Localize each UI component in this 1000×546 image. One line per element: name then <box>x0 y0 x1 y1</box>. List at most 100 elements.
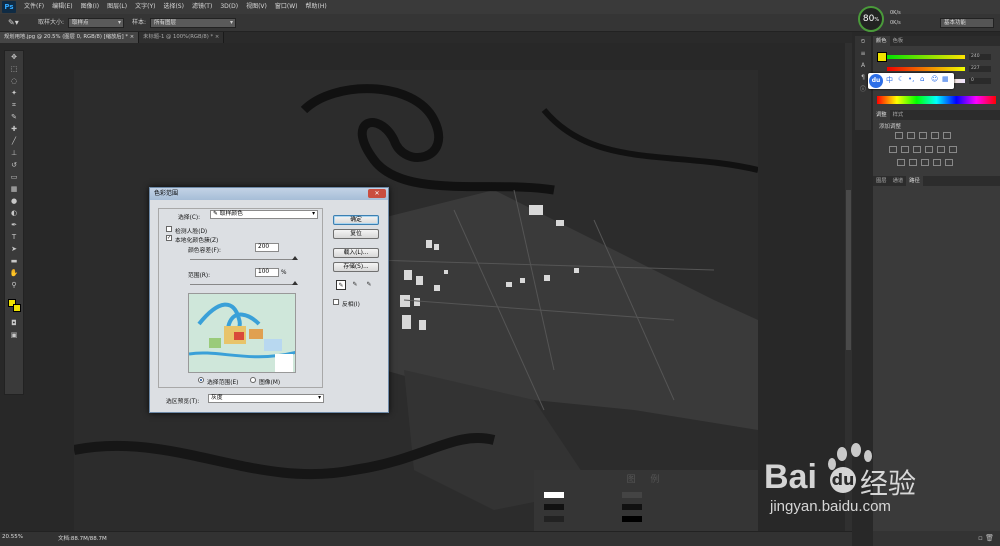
zoom-tool-icon[interactable]: ⚲ <box>5 279 23 291</box>
close-icon[interactable]: × <box>130 34 134 40</box>
background-color-swatch[interactable] <box>13 304 21 312</box>
dialog-title[interactable]: 色彩范围 <box>150 188 388 200</box>
threshold-icon[interactable] <box>921 159 929 166</box>
color-swatches[interactable] <box>5 297 23 317</box>
green-value[interactable]: 227 <box>969 66 991 72</box>
zoom-level[interactable]: 20.55% <box>2 534 23 540</box>
eyedropper-minus-icon[interactable]: ✎ <box>364 280 374 290</box>
fuzziness-input[interactable]: 200 <box>255 243 279 252</box>
sample-select[interactable]: 所有图层 <box>150 18 236 28</box>
properties-icon[interactable]: ≡ <box>855 48 871 60</box>
red-slider[interactable]: 240 <box>877 54 997 60</box>
punctuation-icon[interactable]: •, <box>908 75 914 83</box>
brightness-icon[interactable] <box>895 132 903 139</box>
levels-icon[interactable] <box>907 132 915 139</box>
red-value[interactable]: 240 <box>969 54 991 60</box>
tab-swatches[interactable]: 色板 <box>890 36 907 46</box>
select-dropdown[interactable]: ✎ 取样颜色 ▾ <box>210 210 318 219</box>
tab-layers[interactable]: 图层 <box>873 176 890 186</box>
path-select-icon[interactable]: ➤ <box>5 243 23 255</box>
history-icon[interactable]: ⏲ <box>855 36 871 48</box>
type-tool-icon[interactable]: T <box>5 231 23 243</box>
load-button[interactable]: 载入(L)... <box>333 248 379 258</box>
localized-checkbox[interactable]: ✓ <box>166 235 172 241</box>
tab-paths[interactable]: 路径 <box>906 176 923 186</box>
tab-adjustments[interactable]: 调整 <box>873 110 890 120</box>
menu-edit[interactable]: 编辑(E) <box>48 0 76 14</box>
marquee-tool-icon[interactable]: ⬚ <box>5 63 23 75</box>
save-button[interactable]: 存储(S)... <box>333 262 379 272</box>
clone-stamp-icon[interactable]: ⊥ <box>5 147 23 159</box>
blur-tool-icon[interactable]: ● <box>5 195 23 207</box>
quick-select-tool-icon[interactable]: ✦ <box>5 87 23 99</box>
baidu-du-logo[interactable]: du <box>869 74 883 88</box>
selective-color-icon[interactable] <box>945 159 953 166</box>
eyedropper-tool-icon[interactable]: ✎ <box>5 111 23 123</box>
brush-tool-icon[interactable]: ╱ <box>5 135 23 147</box>
menu-type[interactable]: 文字(Y) <box>131 0 159 14</box>
curves-icon[interactable] <box>919 132 927 139</box>
fuzziness-slider[interactable] <box>190 259 295 260</box>
move-tool-icon[interactable]: ✥ <box>5 51 23 63</box>
close-icon[interactable]: × <box>215 34 219 40</box>
lookup-icon[interactable] <box>949 146 957 153</box>
exposure-icon[interactable] <box>931 132 939 139</box>
doc-tab-active[interactable]: 规划用地.jpg @ 20.5% (图层 0, RGB/8) [缩放后] * × <box>0 32 140 43</box>
crop-tool-icon[interactable]: ⌗ <box>5 99 23 111</box>
tab-channels[interactable]: 通道 <box>890 176 907 186</box>
healing-brush-icon[interactable]: ✚ <box>5 123 23 135</box>
baidu-input-toolbar[interactable]: du 中 ☾ •, ⌂ ☺ ▦ <box>868 73 954 89</box>
gradient-tool-icon[interactable]: ▦ <box>5 183 23 195</box>
skin-icon[interactable]: ⌂ <box>920 75 924 83</box>
ok-button[interactable]: 确定 <box>333 215 379 225</box>
hue-sat-icon[interactable] <box>889 146 897 153</box>
eyedropper-plus-icon[interactable]: ✎ <box>350 280 360 290</box>
menu-select[interactable]: 选择(S) <box>159 0 188 14</box>
close-icon[interactable]: ✕ <box>368 189 386 198</box>
shape-tool-icon[interactable]: ▬ <box>5 255 23 267</box>
quick-mask-icon[interactable]: ◘ <box>5 317 23 329</box>
invert-checkbox[interactable] <box>333 299 339 305</box>
baidu-lang-toggle[interactable]: 中 <box>886 75 893 85</box>
tab-color[interactable]: 颜色 <box>873 36 890 46</box>
channel-mixer-icon[interactable] <box>937 146 945 153</box>
invert-icon[interactable] <box>897 159 905 166</box>
scrollbar-thumb[interactable] <box>846 190 851 350</box>
range-slider[interactable] <box>190 284 295 285</box>
detect-faces-checkbox[interactable] <box>166 226 172 232</box>
preview-mode-select[interactable]: 灰度 ▾ <box>208 394 324 403</box>
gradient-map-icon[interactable] <box>933 159 941 166</box>
menu-view[interactable]: 视图(V) <box>242 0 271 14</box>
image-radio[interactable] <box>250 377 256 383</box>
user-icon[interactable]: ☺ <box>931 75 938 83</box>
dodge-tool-icon[interactable]: ◐ <box>5 207 23 219</box>
range-slider-knob[interactable] <box>292 281 298 285</box>
reset-button[interactable]: 复位 <box>333 229 379 239</box>
lasso-tool-icon[interactable]: ◌ <box>5 75 23 87</box>
vibrance-icon[interactable] <box>943 132 951 139</box>
eyedropper-icon[interactable]: ✎ <box>336 280 346 290</box>
menu-image[interactable]: 图像(I) <box>77 0 103 14</box>
moon-icon[interactable]: ☾ <box>898 75 904 83</box>
sample-size-select[interactable]: 取样点 <box>68 18 124 28</box>
fuzziness-slider-knob[interactable] <box>292 256 298 260</box>
menu-file[interactable]: 文件(F) <box>20 0 48 14</box>
eraser-tool-icon[interactable]: ▭ <box>5 171 23 183</box>
photo-filter-icon[interactable] <box>925 146 933 153</box>
menu-window[interactable]: 窗口(W) <box>271 0 302 14</box>
posterize-icon[interactable] <box>909 159 917 166</box>
workspace-select[interactable]: 基本功能 <box>940 18 994 28</box>
pen-tool-icon[interactable]: ✒ <box>5 219 23 231</box>
grid-menu-icon[interactable]: ▦ <box>942 75 949 83</box>
color-spectrum[interactable] <box>877 96 996 104</box>
bw-icon[interactable] <box>913 146 921 153</box>
doc-tab[interactable]: 未标题-1 @ 100%(RGB/8) * × <box>139 32 225 43</box>
blue-value[interactable]: 0 <box>969 78 991 84</box>
selection-radio[interactable] <box>198 377 204 383</box>
hand-tool-icon[interactable]: ✋ <box>5 267 23 279</box>
green-slider[interactable]: 227 <box>877 66 997 72</box>
tab-styles[interactable]: 样式 <box>890 110 907 120</box>
history-brush-icon[interactable]: ↺ <box>5 159 23 171</box>
menu-filter[interactable]: 滤镜(T) <box>188 0 216 14</box>
eyedropper-tool-icon[interactable]: ✎▾ <box>8 14 19 32</box>
